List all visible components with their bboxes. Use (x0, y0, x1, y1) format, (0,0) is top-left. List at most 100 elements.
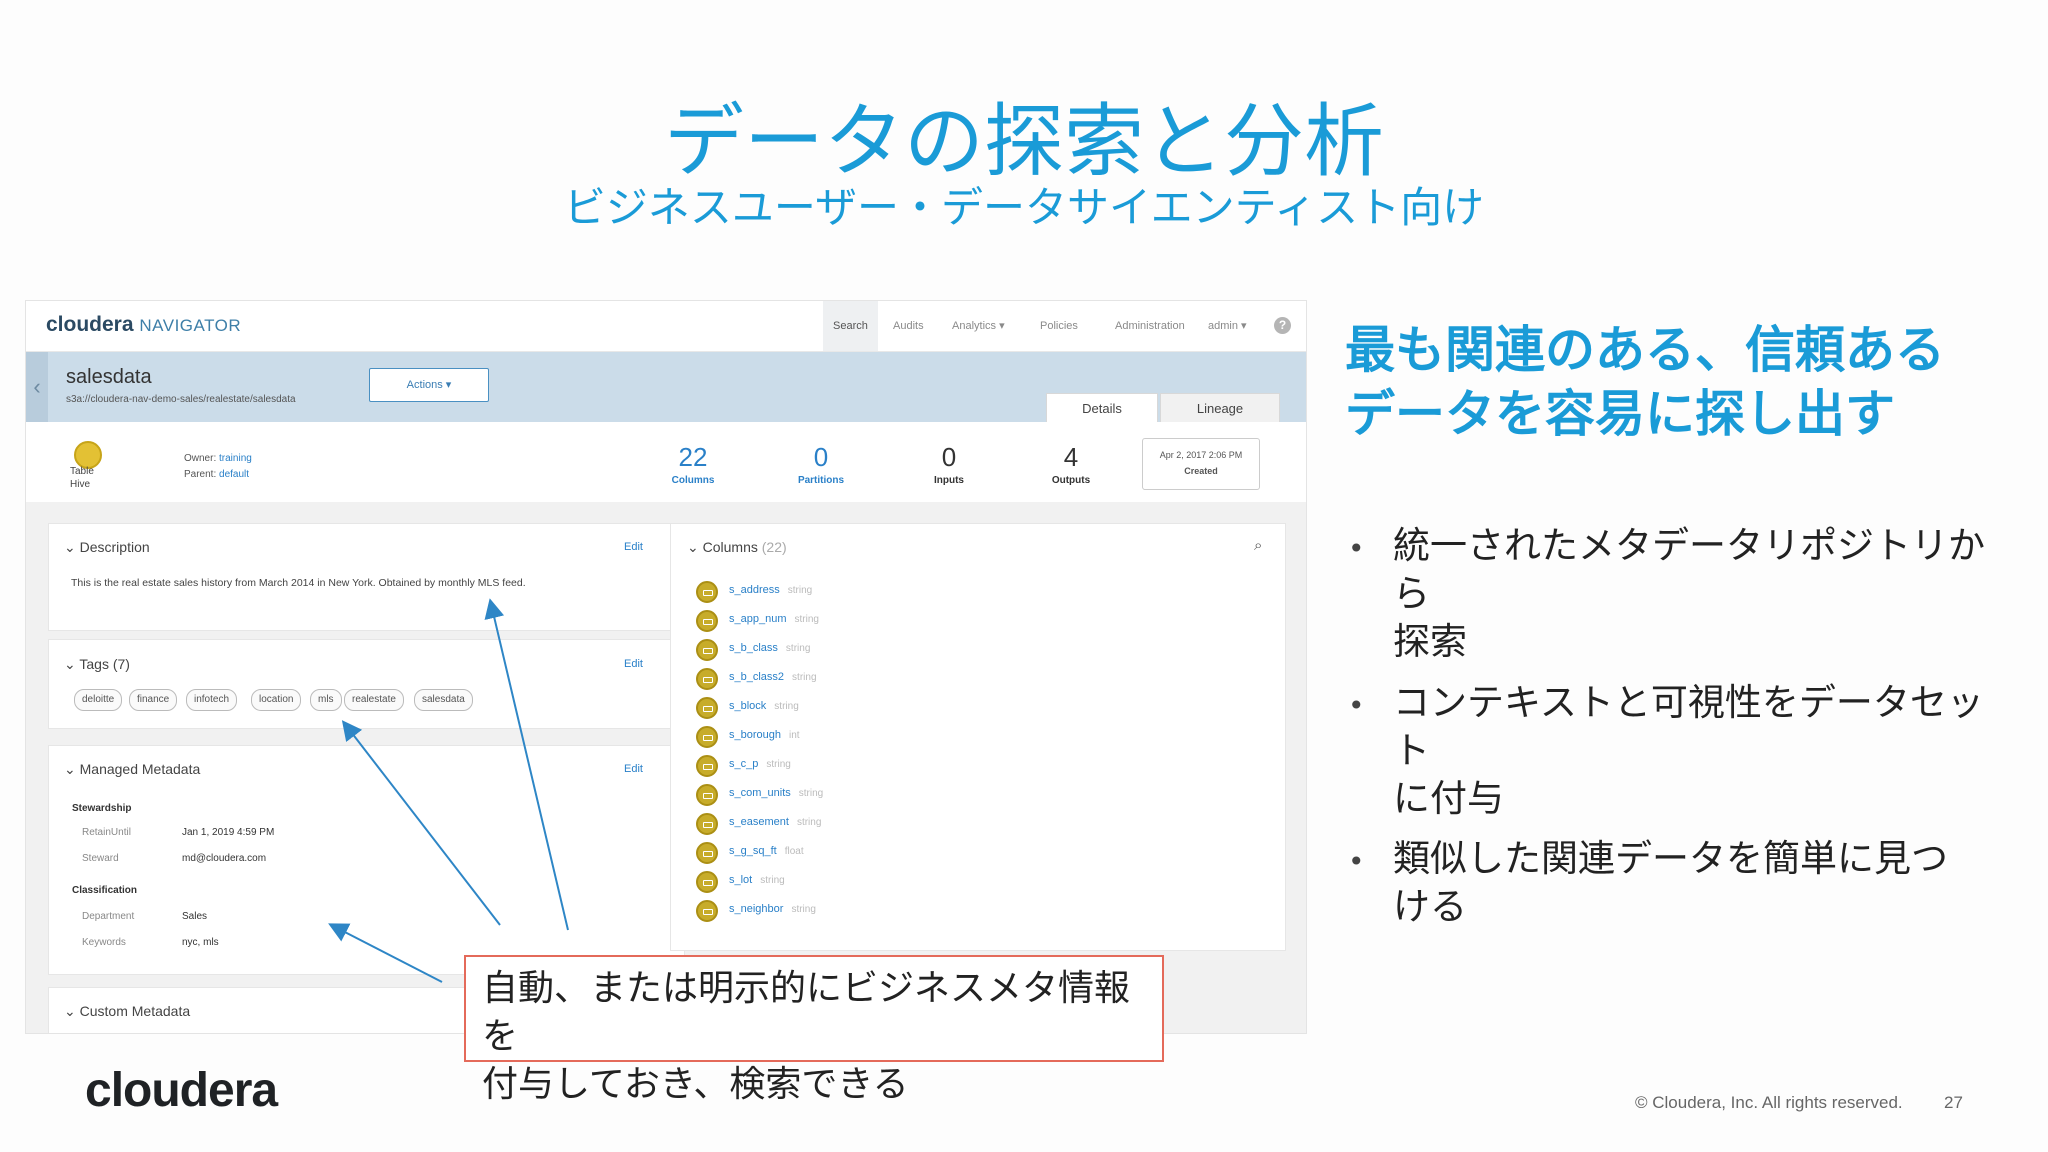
created-label: Created (1184, 466, 1218, 476)
column-icon (696, 842, 718, 864)
logo-brand: cloudera (46, 313, 134, 336)
column-name[interactable]: s_g_sq_ft (729, 845, 777, 857)
column-name[interactable]: s_block (729, 700, 766, 712)
column-type: string (787, 585, 813, 596)
search-icon[interactable]: ⌕ (1254, 537, 1262, 554)
column-type: string (792, 672, 817, 683)
column-name[interactable]: s_borough (729, 729, 781, 741)
stat-columns-value: 22 (678, 442, 708, 472)
tag-chip[interactable]: mls (310, 689, 342, 711)
column-type: string (798, 788, 824, 799)
column-icon (696, 726, 718, 748)
stat-inputs-value: 0 (941, 442, 957, 472)
custom-metadata-header[interactable]: ⌄ Custom Metadata (64, 1003, 190, 1020)
column-type: string (791, 904, 816, 915)
page-number: 27 (1944, 1093, 1963, 1112)
nav-analytics[interactable]: Analytics ▾ (942, 301, 1015, 351)
chevron-down-icon: ⌄ (687, 539, 699, 555)
column-name[interactable]: s_easement (729, 816, 789, 828)
steward-key: Steward (82, 853, 119, 864)
stat-partitions-label: Partitions (797, 475, 845, 486)
managed-metadata-title: Managed Metadata (79, 761, 201, 777)
actions-button[interactable]: Actions ▾ (369, 368, 489, 402)
stat-outputs-label: Outputs (1051, 475, 1091, 486)
stat-outputs-value: 4 (1063, 442, 1079, 472)
nav-policies[interactable]: Policies (1030, 301, 1088, 351)
tag-chip[interactable]: realestate (344, 689, 404, 711)
nav-search[interactable]: Search (823, 301, 878, 351)
tags-header[interactable]: ⌄ Tags (7) (64, 656, 130, 673)
description-title: Description (79, 539, 150, 555)
column-name[interactable]: s_lot (729, 874, 752, 886)
column-name[interactable]: s_neighbor (729, 903, 783, 915)
department-value: Sales (182, 911, 208, 922)
column-icon (696, 755, 718, 777)
owner-link[interactable]: training (219, 453, 252, 464)
help-icon[interactable]: ? (1274, 317, 1291, 334)
description-edit-link[interactable]: Edit (624, 541, 643, 553)
column-name[interactable]: s_c_p (729, 758, 758, 770)
column-type: string (766, 759, 791, 770)
column-icon (696, 697, 718, 719)
tag-chip[interactable]: finance (129, 689, 178, 711)
back-chevron-icon[interactable]: ‹ (26, 352, 48, 422)
headline-line: 最も関連のある、信頼ある (1345, 321, 1945, 379)
bullet-dot: • (1348, 532, 1365, 565)
cloudera-logo: cloudera (85, 1064, 278, 1117)
column-icon (696, 784, 718, 806)
bullet-line: コンテキストと可視性をデータセット (1393, 681, 1984, 772)
tab-lineage[interactable]: Lineage (1160, 393, 1280, 423)
steward-link[interactable]: md@cloudera.com (182, 853, 266, 864)
column-icon (696, 668, 718, 690)
nav-user-menu[interactable]: admin ▾ (1198, 301, 1257, 351)
department-key: Department (82, 911, 135, 922)
stat-outputs[interactable]: 4 Outputs (1016, 441, 1126, 489)
column-name[interactable]: s_b_class2 (729, 671, 784, 683)
tag-chip[interactable]: infotech (186, 689, 238, 711)
column-icon (696, 813, 718, 835)
tags-edit-link[interactable]: Edit (624, 658, 643, 670)
stat-columns[interactable]: 22 Columns (638, 441, 748, 489)
tab-details[interactable]: Details (1046, 393, 1158, 423)
entity-path: s3a://cloudera-nav-demo-sales/realestate… (66, 394, 296, 405)
column-type: string (774, 701, 799, 712)
created-date: Apr 2, 2017 2:06 PM (1159, 450, 1243, 460)
column-name[interactable]: s_b_class (729, 642, 778, 654)
tag-chip[interactable]: salesdata (414, 689, 473, 711)
navigator-logo[interactable]: cloudera NAVIGATOR (46, 313, 241, 337)
stat-inputs-label: Inputs (934, 475, 964, 486)
chevron-down-icon: ⌄ (64, 1003, 76, 1019)
navigator-screenshot: cloudera NAVIGATOR Search Audits Analyti… (25, 300, 1307, 1034)
bullet-dot: • (1348, 689, 1365, 722)
column-icon (696, 871, 718, 893)
headline-line: データを容易に探し出す (1345, 385, 1895, 443)
nav-audits[interactable]: Audits (883, 301, 934, 351)
chevron-down-icon: ⌄ (64, 656, 76, 672)
column-name[interactable]: s_app_num (729, 613, 787, 625)
column-type: string (760, 875, 785, 886)
column-icon (696, 610, 718, 632)
callout-box: 自動、または明示的にビジネスメタ情報を 付与しておき、検索できる (464, 955, 1164, 1105)
stat-partitions[interactable]: 0 Partitions (766, 441, 876, 489)
column-name[interactable]: s_com_units (729, 787, 791, 799)
column-type: float (784, 846, 804, 857)
chevron-down-icon: ⌄ (64, 761, 76, 777)
nav-administration[interactable]: Administration (1105, 301, 1195, 351)
managed-metadata-header[interactable]: ⌄ Managed Metadata (64, 761, 200, 778)
parent-link[interactable]: default (219, 469, 249, 480)
column-type: string (785, 643, 811, 654)
managed-metadata-edit-link[interactable]: Edit (624, 763, 643, 775)
column-icon (696, 900, 718, 922)
entity-type-source: Hive (70, 479, 91, 490)
column-name[interactable]: s_address (729, 584, 780, 596)
tag-chip[interactable]: location (251, 689, 302, 711)
callout-line: 付与しておき、検索できる (482, 1064, 909, 1105)
bullet-line: ける (1393, 885, 1467, 928)
keywords-value: nyc, mls (182, 937, 219, 948)
logo-product: NAVIGATOR (139, 316, 242, 335)
copyright-text: © Cloudera, Inc. All rights reserved. (1635, 1093, 1903, 1112)
tag-chip[interactable]: deloitte (74, 689, 123, 711)
columns-header[interactable]: ⌄ Columns (22) (687, 539, 787, 556)
description-header[interactable]: ⌄ Description (64, 539, 150, 556)
bullet-dot: • (1348, 845, 1365, 878)
